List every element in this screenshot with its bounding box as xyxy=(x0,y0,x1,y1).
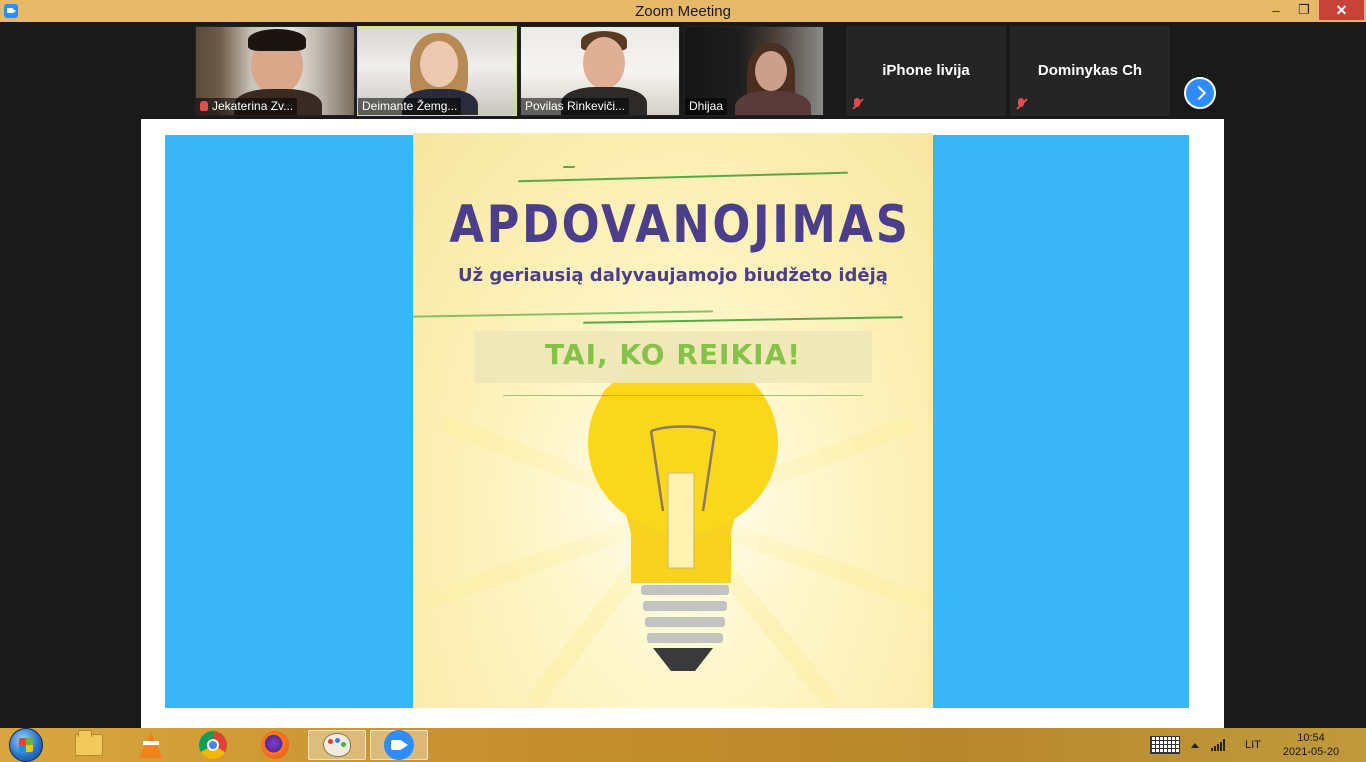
participant-name: Dominykas Ch xyxy=(1037,62,1143,79)
banner-text: TAI, KO REIKIA! xyxy=(544,338,802,371)
participant-name: Dhijaa xyxy=(689,99,724,113)
tray-show-hidden[interactable] xyxy=(1191,728,1199,762)
firefox-icon xyxy=(261,731,289,759)
taskbar-vlc[interactable] xyxy=(124,730,178,760)
close-button[interactable]: ✕ xyxy=(1319,0,1364,20)
taskbar-firefox[interactable] xyxy=(248,730,302,760)
clock-time: 10:54 xyxy=(1297,732,1325,744)
participant-name: Deimante Žemg... xyxy=(362,99,458,113)
chrome-icon xyxy=(199,731,227,759)
taskbar-chrome[interactable] xyxy=(186,730,240,760)
participant-tile[interactable]: Jekaterina Zv... xyxy=(195,26,355,116)
mic-muted-icon xyxy=(200,101,208,111)
chevron-up-icon xyxy=(1191,742,1199,748)
tray-network[interactable] xyxy=(1211,728,1225,762)
clock-date: 2021-05-20 xyxy=(1282,746,1340,758)
poster: APDOVANOJIMAS Už geriausią dalyvaujamojo… xyxy=(413,133,933,708)
taskbar-zoom[interactable] xyxy=(370,730,428,760)
participant-name: Povilas Rinkeviči... xyxy=(525,99,626,113)
windows-start-icon xyxy=(9,728,43,762)
mic-muted-icon xyxy=(852,98,862,110)
next-page-button[interactable] xyxy=(1184,77,1216,109)
keyboard-icon xyxy=(1150,736,1180,754)
participant-face xyxy=(583,37,625,89)
minimize-button[interactable]: – xyxy=(1265,0,1287,20)
participant-tile[interactable]: Dhijaa xyxy=(684,26,824,116)
participant-strip: Jekaterina Zv... Deimante Žemg... Povila… xyxy=(0,22,1366,120)
title-bar: Zoom Meeting – ❐ ✕ xyxy=(0,0,1366,22)
zoom-icon xyxy=(384,730,414,760)
participant-name: iPhone livija xyxy=(882,62,970,79)
taskbar-paint[interactable] xyxy=(308,730,366,760)
poster-title: APDOVANOJIMAS xyxy=(449,195,911,255)
participant-tile-audio[interactable]: iPhone livija xyxy=(846,26,1006,116)
taskbar-explorer[interactable] xyxy=(62,730,116,760)
folder-icon xyxy=(75,730,103,756)
restore-button[interactable]: ❐ xyxy=(1293,0,1315,20)
signal-icon xyxy=(1211,739,1225,751)
tray-clock[interactable]: 10:54 2021-05-20 xyxy=(1278,728,1344,762)
taskbar: LIT 10:54 2021-05-20 xyxy=(0,728,1366,762)
participant-name: Jekaterina Zv... xyxy=(212,99,294,113)
language-indicator: LIT xyxy=(1245,739,1261,751)
paint-icon xyxy=(323,733,351,757)
poster-subtitle: Už geriausią dalyvaujamojo biudžeto idėj… xyxy=(458,265,888,286)
start-button[interactable] xyxy=(2,728,50,762)
participant-tile-active[interactable]: Deimante Žemg... xyxy=(357,26,517,116)
participant-tile[interactable]: Povilas Rinkeviči... xyxy=(520,26,680,116)
tray-language[interactable]: LIT xyxy=(1245,728,1261,762)
window-title: Zoom Meeting xyxy=(635,3,731,20)
vlc-icon xyxy=(139,732,163,758)
participant-tile-audio[interactable]: Dominykas Ch xyxy=(1010,26,1170,116)
participant-face xyxy=(755,51,787,91)
tray-keyboard[interactable] xyxy=(1150,728,1180,762)
mic-muted-icon xyxy=(1016,98,1026,110)
